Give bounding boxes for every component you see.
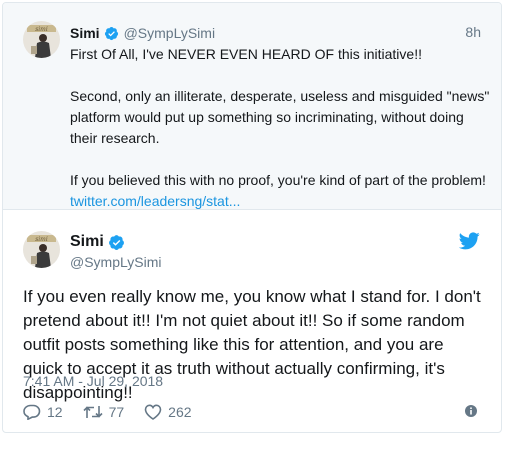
retweet-count: 77: [108, 404, 125, 420]
parent-tweet-header: Simi @SympLySimi 8h: [70, 23, 481, 43]
tweet-actions: 12 77 262: [23, 401, 212, 423]
like-button[interactable]: 262: [144, 404, 192, 420]
verified-badge-icon: [108, 234, 124, 250]
verified-badge-icon: [104, 26, 118, 40]
heart-icon: [144, 404, 162, 420]
retweet-icon: [83, 406, 103, 418]
avatar[interactable]: simi: [23, 21, 60, 58]
avatar[interactable]: simi: [23, 231, 60, 268]
svg-text:simi: simi: [35, 26, 48, 33]
parent-tweet-text: First Of All, I've NEVER EVEN HEARD OF t…: [70, 44, 490, 212]
author-handle[interactable]: @SympLySimi: [124, 25, 216, 41]
twitter-bird-icon[interactable]: [459, 232, 480, 250]
author-handle[interactable]: @SympLySimi: [70, 254, 162, 270]
like-count: 262: [168, 404, 192, 420]
author-name[interactable]: Simi: [70, 233, 104, 251]
paragraph: Second, only an illiterate, desperate, u…: [70, 88, 490, 146]
reply-button[interactable]: 12: [23, 404, 63, 420]
tweet-time[interactable]: 8h: [465, 24, 481, 40]
paragraph: First Of All, I've NEVER EVEN HEARD OF t…: [70, 46, 422, 62]
svg-text:simi: simi: [35, 236, 48, 243]
info-icon[interactable]: [465, 405, 477, 417]
tweet-timestamp[interactable]: 7:41 AM - Jul 29, 2018: [23, 373, 163, 389]
parent-tweet[interactable]: simi Simi @SympLySimi 8h First Of All, I…: [3, 3, 501, 210]
tweet-link[interactable]: twitter.com/leadersng/stat...: [70, 193, 240, 209]
paragraph: If you believed this with no proof, you'…: [70, 170, 490, 212]
retweet-button[interactable]: 77: [83, 404, 125, 420]
author-name[interactable]: Simi: [70, 25, 100, 41]
reply-icon: [23, 404, 41, 420]
reply-count: 12: [47, 404, 63, 420]
tweet-card: simi Simi @SympLySimi 8h First Of All, I…: [2, 2, 502, 433]
paragraph-text: If you believed this with no proof, you'…: [70, 172, 486, 188]
author-name-row: Simi: [70, 231, 125, 253]
